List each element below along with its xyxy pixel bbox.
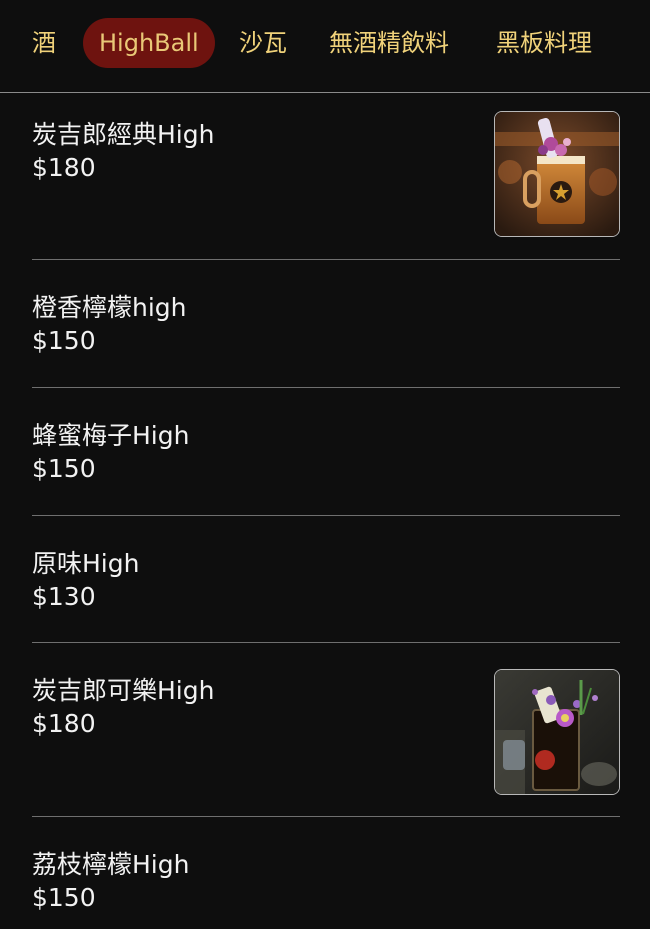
menu-item[interactable]: 炭吉郎經典High $180	[32, 93, 620, 260]
menu-item-name: 荔枝檸檬High	[32, 850, 190, 879]
menu-item-price: $180	[32, 153, 96, 182]
menu-item-name: 橙香檸檬high	[32, 293, 187, 322]
tab-liquor[interactable]: 酒	[32, 18, 56, 68]
menu-item[interactable]: 蜂蜜梅子High $150	[32, 388, 620, 516]
menu-item-name: 蜂蜜梅子High	[32, 421, 190, 450]
highball-glass-photo-icon	[495, 670, 619, 794]
tab-blackboard-dishes[interactable]: 黑板料理	[496, 18, 592, 68]
menu-item-name: 炭吉郎可樂High	[32, 676, 215, 705]
menu-item-name: 原味High	[32, 549, 140, 578]
menu-item[interactable]: 荔枝檸檬High $150	[32, 817, 620, 929]
menu-item-price: $150	[32, 326, 96, 355]
menu-item-price: $150	[32, 454, 96, 483]
menu-item-price: $180	[32, 709, 96, 738]
menu-item-price: $150	[32, 883, 96, 912]
menu-item[interactable]: 原味High $130	[32, 516, 620, 643]
menu-item-price: $130	[32, 582, 96, 611]
menu-item-photo[interactable]	[494, 111, 620, 237]
menu-item[interactable]: 炭吉郎可樂High $180	[32, 643, 620, 817]
tab-highball[interactable]: HighBall	[83, 18, 215, 68]
menu-item-name: 炭吉郎經典High	[32, 120, 215, 149]
tab-sour[interactable]: 沙瓦	[239, 18, 287, 68]
beer-mug-photo-icon	[495, 112, 619, 236]
menu-item[interactable]: 橙香檸檬high $150	[32, 260, 620, 388]
menu-item-photo[interactable]	[494, 669, 620, 795]
tab-non-alcoholic-drinks[interactable]: 無酒精飲料	[329, 18, 449, 68]
category-tab-bar: 酒 HighBall 沙瓦 無酒精飲料 黑板料理	[0, 0, 650, 93]
